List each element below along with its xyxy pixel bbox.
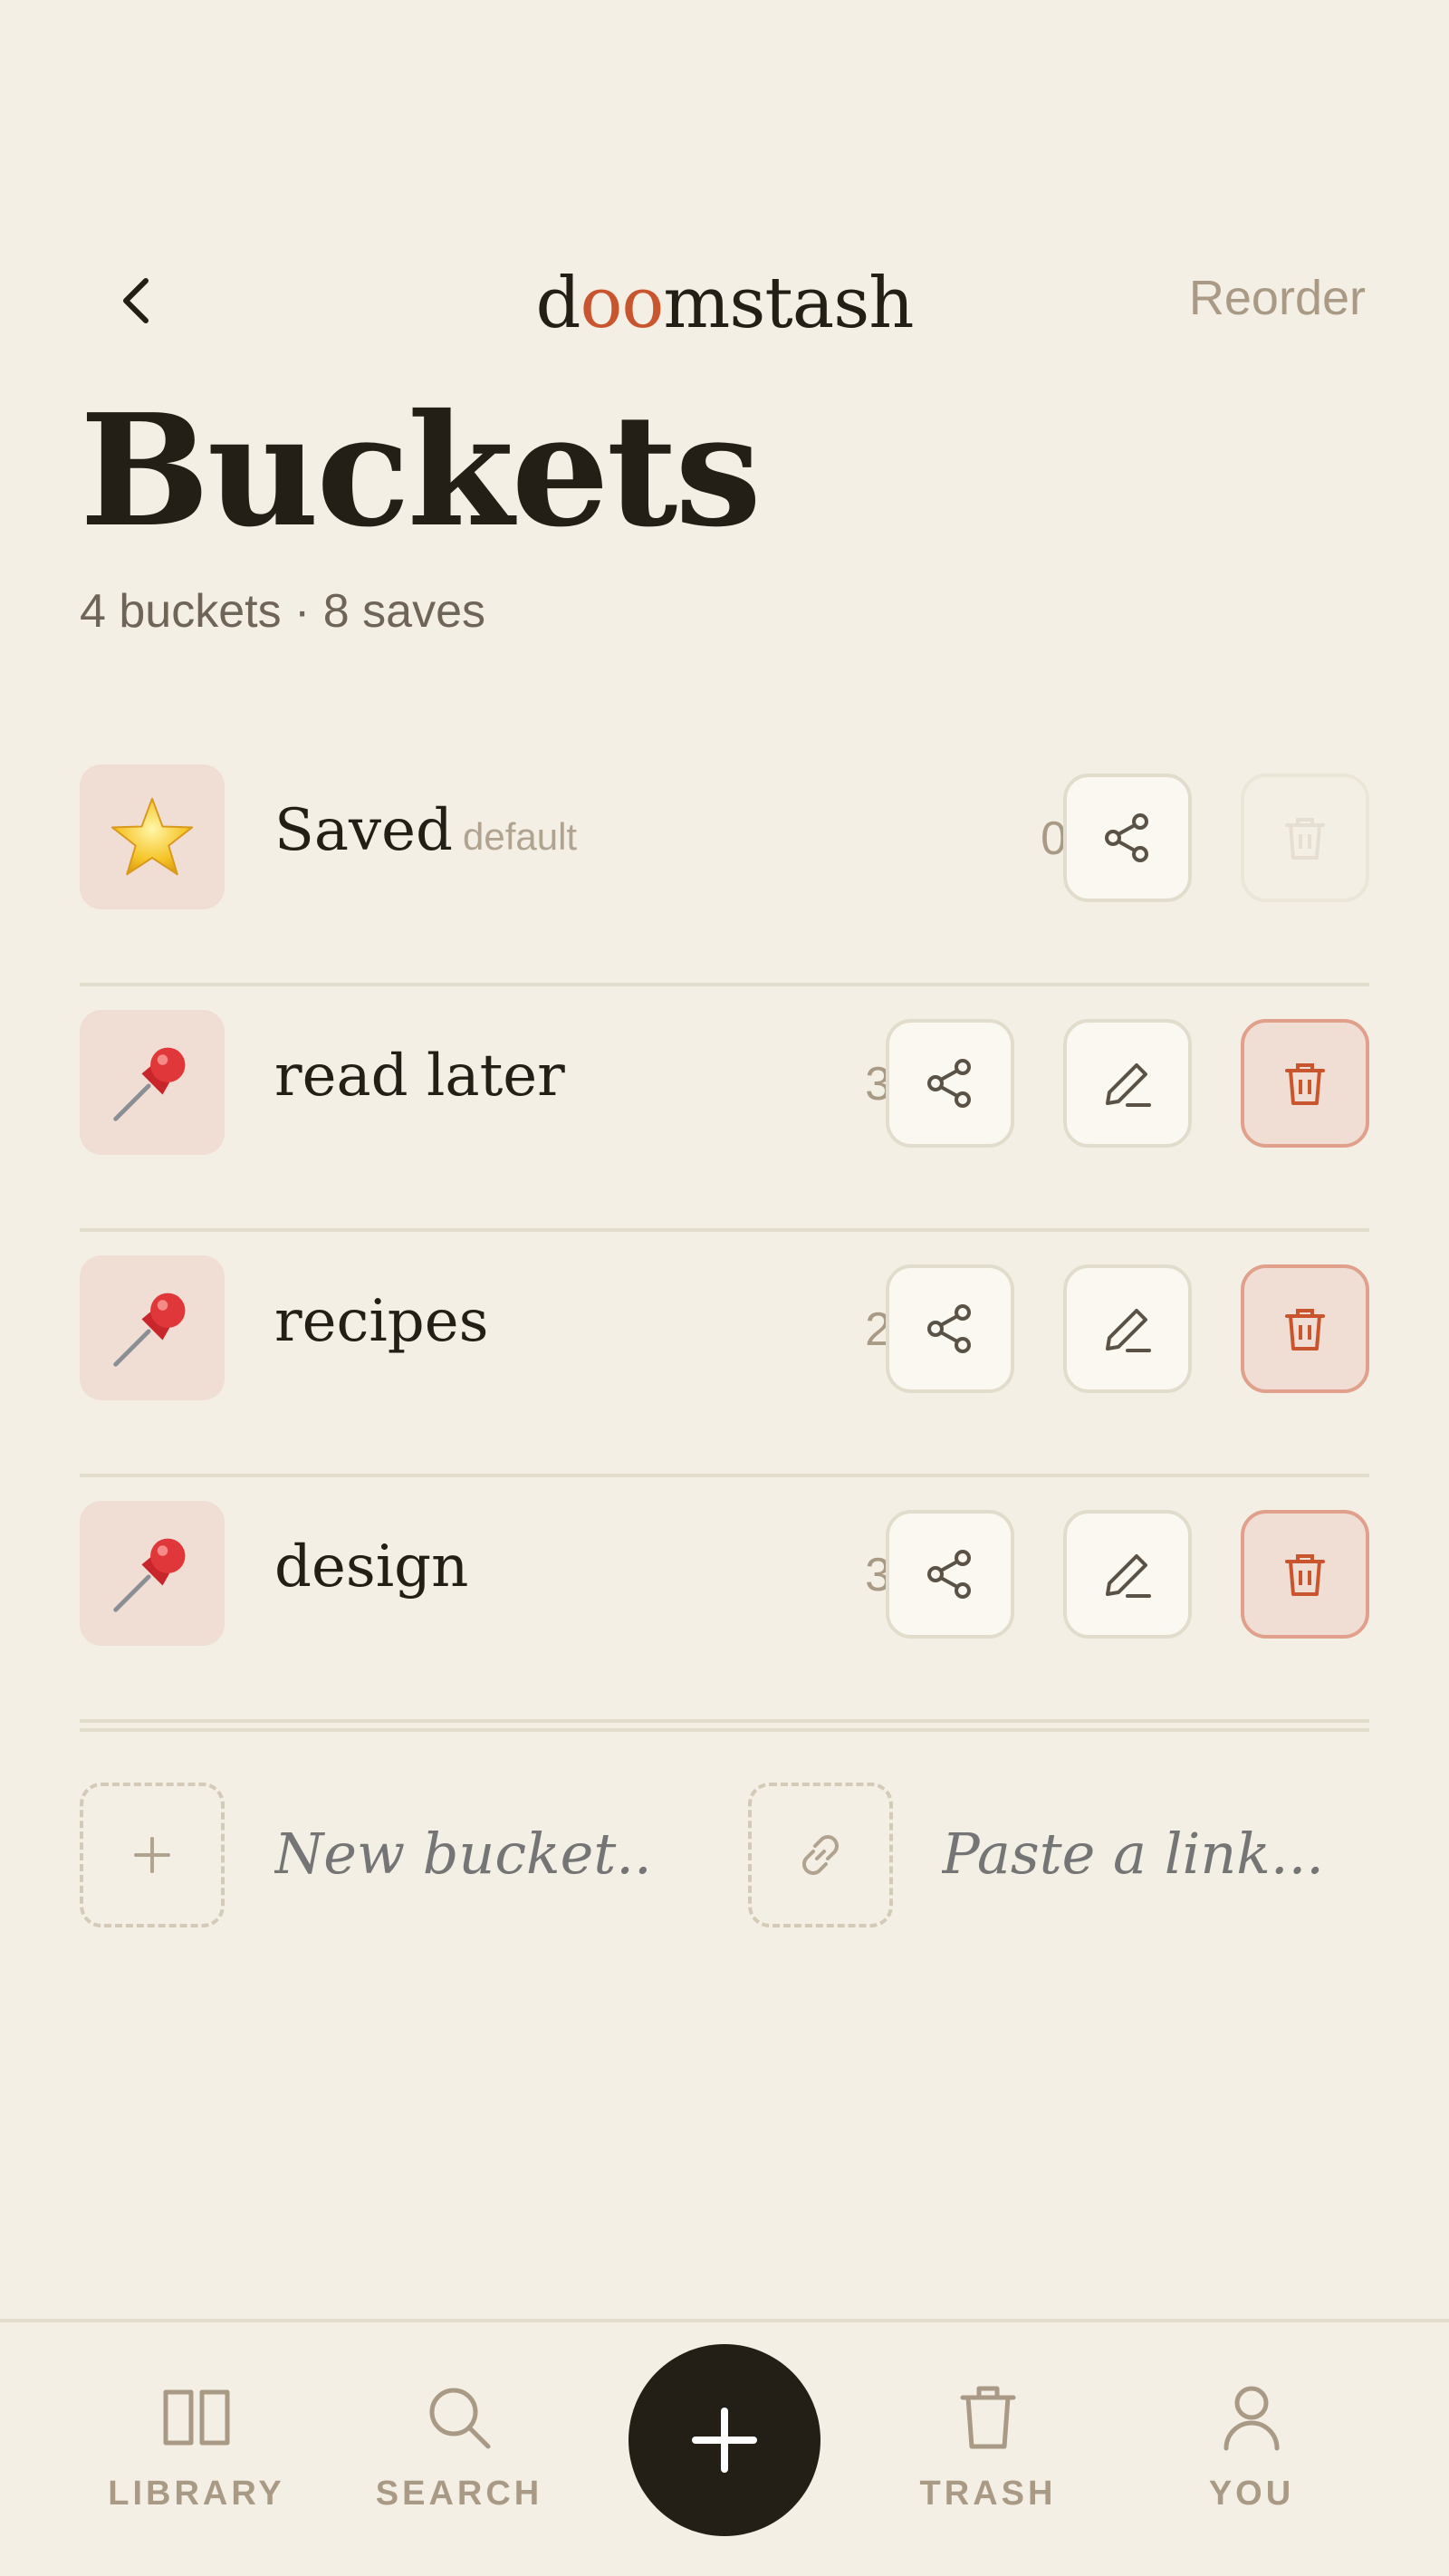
trash-icon [1285,1063,1325,1105]
bucket-name: read later [274,1043,565,1110]
nav-search[interactable]: SEARCH [360,2377,559,2514]
bucket-count: 3 [865,1549,891,1601]
divider [80,1728,1369,1732]
bucket-name: design [274,1533,469,1600]
pencil-icon [1106,1554,1151,1598]
delete-button[interactable] [1241,1264,1369,1393]
plus-icon [692,2408,757,2473]
trash-icon [1285,1309,1325,1350]
add-row [80,1783,1369,1927]
bucket-count: 3 [865,1058,891,1110]
share-icon [1105,813,1148,862]
share-icon [927,1304,971,1353]
bucket-row-saved[interactable]: Saved default 0 [80,741,1369,986]
bucket-name: recipes [274,1288,489,1355]
delete-button-disabled [1241,774,1369,902]
pencil-icon [1106,1309,1151,1352]
reorder-button[interactable]: Reorder [1189,270,1366,326]
bucket-row-design[interactable]: design 3 [80,1477,1369,1723]
new-bucket-input[interactable] [274,1821,655,1887]
bucket-row-read-later[interactable]: read later 3 [80,986,1369,1232]
paste-link-button[interactable] [748,1783,893,1927]
page-subtitle: 4 buckets · 8 saves [80,585,485,638]
share-icon [927,1550,971,1599]
trash-icon [960,2386,1016,2449]
share-button[interactable] [886,1019,1014,1148]
default-badge: default [463,815,578,858]
link-icon [802,1835,839,1875]
share-button[interactable] [886,1510,1014,1639]
edit-button[interactable] [1063,1019,1192,1148]
search-icon [429,2388,491,2449]
share-icon [927,1059,971,1108]
trash-icon [1285,818,1325,860]
delete-button[interactable] [1241,1510,1369,1639]
bucket-row-recipes[interactable]: recipes 2 [80,1232,1369,1477]
trash-icon [1285,1554,1325,1596]
user-icon [1223,2386,1280,2451]
pushpin-icon [80,1010,225,1155]
nav-library-label: LIBRARY [108,2475,285,2513]
nav-you-label: YOU [1208,2475,1295,2513]
page-title: Buckets [80,380,762,562]
delete-button[interactable] [1241,1019,1369,1148]
star-icon [80,764,225,909]
nav-search-label: SEARCH [375,2475,543,2513]
top-bar: doomstash Reorder [0,245,1449,353]
nav-trash[interactable]: TRASH [888,2377,1088,2514]
nav-trash-label: TRASH [919,2475,1057,2513]
bucket-list: Saved default 0 read later 3 recipes 2 d… [80,741,1369,1723]
share-button[interactable] [886,1264,1014,1393]
bucket-count: 2 [865,1303,891,1356]
nav-you[interactable]: YOU [1152,2377,1351,2514]
pencil-icon [1106,1063,1151,1107]
bucket-count: 0 [1041,812,1067,865]
bucket-name: Saved [274,797,453,864]
share-button[interactable] [1063,774,1192,902]
add-fab-button[interactable] [629,2344,820,2536]
edit-button[interactable] [1063,1510,1192,1639]
paste-link-input[interactable] [942,1821,1322,1887]
pushpin-icon [80,1255,225,1400]
library-icon [163,2389,230,2446]
nav-library[interactable]: LIBRARY [97,2377,296,2514]
new-bucket-button[interactable] [80,1783,225,1927]
bottom-nav: LIBRARY SEARCH TRASH YOU [0,2319,1449,2576]
edit-button[interactable] [1063,1264,1192,1393]
plus-icon [134,1837,170,1873]
pushpin-icon [80,1501,225,1646]
